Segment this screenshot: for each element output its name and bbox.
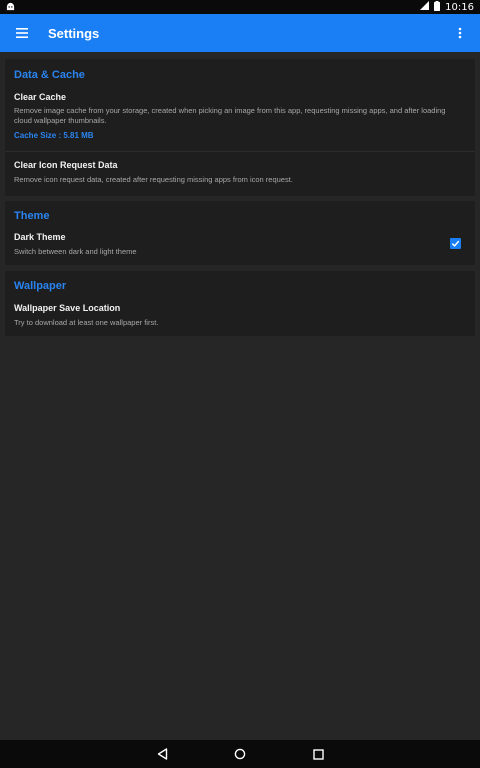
section-title-theme: Theme xyxy=(14,210,50,222)
clear-icon-request-preference[interactable]: Clear Icon Request Data Remove icon requ… xyxy=(5,155,475,193)
app-bar: Settings xyxy=(0,14,480,52)
status-time: 10:16 xyxy=(445,1,474,13)
section-title-data-cache: Data & Cache xyxy=(14,69,85,81)
dark-theme-checkbox[interactable] xyxy=(450,238,461,249)
wallpaper-save-location-summary: Try to download at least one wallpaper f… xyxy=(14,318,159,327)
page-title: Settings xyxy=(48,25,100,41)
battery-icon xyxy=(434,0,441,14)
data-cache-card: Data & Cache Clear Cache Remove image ca… xyxy=(5,59,475,196)
dark-theme-title: Dark Theme xyxy=(14,232,66,242)
theme-card: Theme Dark Theme Switch between dark and… xyxy=(5,201,475,265)
cache-size-label: Cache Size : 5.81 MB xyxy=(14,131,94,140)
wallpaper-card: Wallpaper Wallpaper Save Location Try to… xyxy=(5,271,475,336)
divider xyxy=(5,151,475,152)
recents-icon[interactable] xyxy=(308,744,328,764)
clear-icon-request-summary: Remove icon request data, created after … xyxy=(14,175,293,184)
status-bar: 10:16 xyxy=(0,0,480,14)
settings-list: Data & Cache Clear Cache Remove image ca… xyxy=(0,52,480,740)
section-title-wallpaper: Wallpaper xyxy=(14,280,67,292)
dark-theme-summary: Switch between dark and light theme xyxy=(14,247,137,256)
clear-icon-request-title: Clear Icon Request Data xyxy=(14,160,118,170)
signal-icon xyxy=(420,1,430,13)
clear-cache-preference[interactable]: Clear Cache Remove image cache from your… xyxy=(5,89,475,149)
dark-theme-preference[interactable]: Dark Theme Switch between dark and light… xyxy=(5,229,475,263)
navigation-bar xyxy=(0,740,480,768)
more-vert-icon[interactable] xyxy=(448,14,472,52)
clear-cache-summary: Remove image cache from your storage, cr… xyxy=(14,106,446,125)
wallpaper-save-location-preference[interactable]: Wallpaper Save Location Try to download … xyxy=(5,300,475,334)
home-icon[interactable] xyxy=(230,744,250,764)
menu-icon[interactable] xyxy=(0,14,44,52)
clear-cache-title: Clear Cache xyxy=(14,92,67,102)
wallpaper-save-location-title: Wallpaper Save Location xyxy=(14,303,121,313)
back-icon[interactable] xyxy=(152,744,172,764)
